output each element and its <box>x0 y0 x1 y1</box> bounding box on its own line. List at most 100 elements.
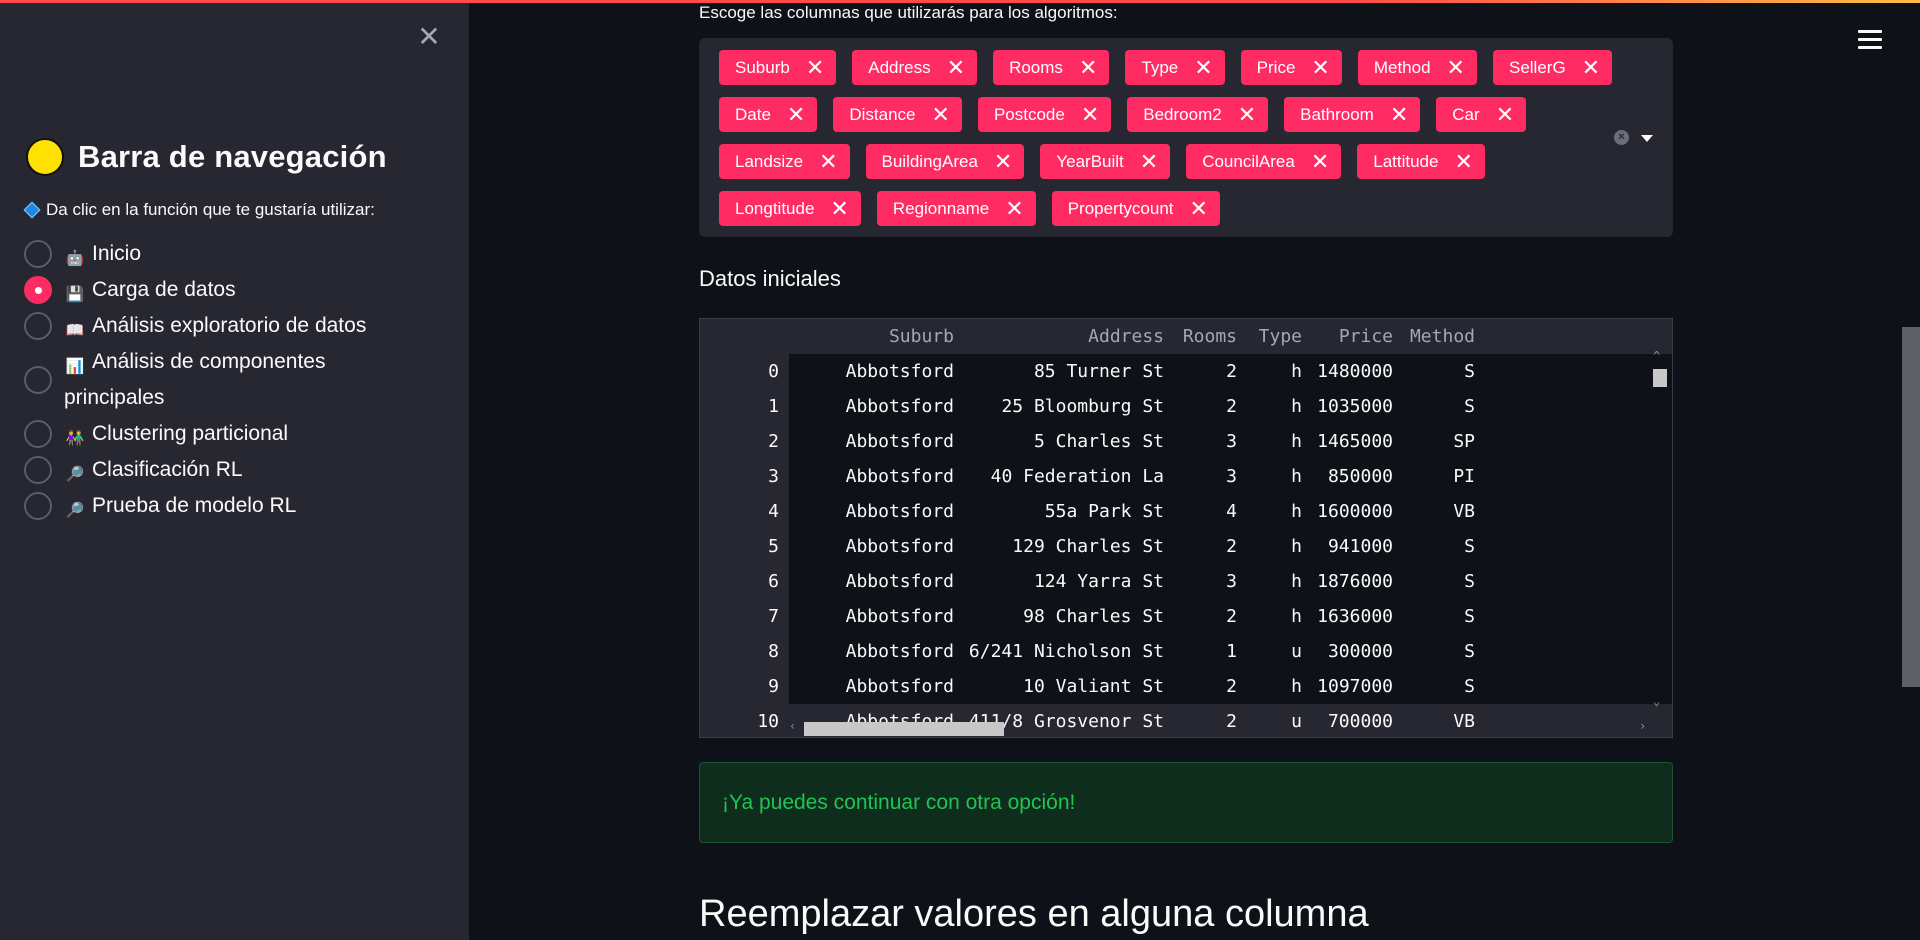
table-cell[interactable]: 2 <box>1226 529 1237 564</box>
dataframe[interactable]: Suburb Address Rooms Type Price Method 012345… <box>699 318 1673 738</box>
table-cell[interactable]: Abbotsford <box>846 564 954 599</box>
scroll-right-icon[interactable]: › <box>1639 719 1646 733</box>
table-cell[interactable]: S <box>1464 599 1475 634</box>
table-cell[interactable]: Abbotsford <box>846 634 954 669</box>
remove-tag-icon[interactable]: ✕ <box>1582 56 1600 79</box>
table-cell[interactable]: 129 Charles St <box>1012 529 1164 564</box>
radio-unselected[interactable] <box>24 240 52 268</box>
column-tag[interactable]: Landsize ✕ <box>719 144 850 179</box>
table-cell[interactable]: S <box>1464 669 1475 704</box>
radio-unselected[interactable] <box>24 366 52 394</box>
vertical-scrollbar[interactable]: ^ ⌄ <box>1652 349 1667 714</box>
column-header[interactable]: Type <box>1259 319 1302 354</box>
table-cell[interactable]: SP <box>1453 424 1475 459</box>
table-cell[interactable]: h <box>1291 424 1302 459</box>
table-cell[interactable]: 98 Charles St <box>1023 599 1164 634</box>
table-cell[interactable]: 85 Turner St <box>1034 354 1164 389</box>
table-cell[interactable]: Abbotsford <box>846 494 954 529</box>
table-cell[interactable]: 5 Charles St <box>1034 424 1164 459</box>
remove-tag-icon[interactable]: ✕ <box>1194 56 1212 79</box>
table-cell[interactable]: S <box>1464 389 1475 424</box>
remove-tag-icon[interactable]: ✕ <box>1311 56 1329 79</box>
table-cell[interactable]: 124 Yarra St <box>1034 564 1164 599</box>
radio-unselected[interactable] <box>24 312 52 340</box>
table-cell[interactable]: h <box>1291 494 1302 529</box>
table-cell[interactable]: Abbotsford <box>846 599 954 634</box>
column-tag[interactable]: Address ✕ <box>852 50 978 85</box>
main-menu-button[interactable] <box>1858 30 1882 50</box>
table-cell[interactable]: 1035000 <box>1317 389 1393 424</box>
column-tag[interactable]: Postcode ✕ <box>977 97 1112 132</box>
remove-tag-icon[interactable]: ✕ <box>994 150 1012 173</box>
table-cell[interactable]: 40 Federation La <box>991 459 1164 494</box>
scroll-down-icon[interactable]: ⌄ <box>1653 694 1660 708</box>
table-cell[interactable]: Abbotsford <box>846 424 954 459</box>
table-cell[interactable]: h <box>1291 529 1302 564</box>
column-header[interactable]: Price <box>1339 319 1393 354</box>
remove-tag-icon[interactable]: ✕ <box>819 150 837 173</box>
remove-tag-icon[interactable]: ✕ <box>830 197 848 220</box>
remove-tag-icon[interactable]: ✕ <box>1005 197 1023 220</box>
table-cell[interactable]: 55a Park St <box>1045 494 1164 529</box>
column-tag[interactable]: Regionname ✕ <box>876 191 1036 226</box>
chevron-down-icon[interactable] <box>1641 135 1653 142</box>
column-tag[interactable]: SellerG ✕ <box>1492 50 1613 85</box>
scroll-left-icon[interactable]: ‹ <box>789 719 796 733</box>
column-tag[interactable]: Rooms ✕ <box>993 50 1110 85</box>
table-cell[interactable]: Abbotsford <box>846 459 954 494</box>
remove-tag-icon[interactable]: ✕ <box>1311 150 1329 173</box>
radio-unselected[interactable] <box>24 456 52 484</box>
column-tag[interactable]: Longtitude ✕ <box>719 191 861 226</box>
column-tag[interactable]: Car ✕ <box>1436 97 1527 132</box>
column-tag[interactable]: YearBuilt ✕ <box>1040 144 1171 179</box>
remove-tag-icon[interactable]: ✕ <box>806 56 824 79</box>
remove-tag-icon[interactable]: ✕ <box>1496 103 1514 126</box>
scroll-up-icon[interactable]: ^ <box>1653 349 1660 363</box>
table-cell[interactable]: 2 <box>1226 599 1237 634</box>
table-cell[interactable]: 3 <box>1226 564 1237 599</box>
column-tag[interactable]: Type ✕ <box>1125 50 1225 85</box>
table-cell[interactable]: 850000 <box>1328 459 1393 494</box>
nav-radio-option[interactable]: 📖 Análisis exploratorio de datos <box>24 308 454 344</box>
table-cell[interactable]: S <box>1464 564 1475 599</box>
table-cell[interactable]: 1876000 <box>1317 564 1393 599</box>
radio-selected[interactable] <box>24 276 52 304</box>
nav-radio-option[interactable]: 🔎 Clasificación RL <box>24 452 454 488</box>
table-cell[interactable]: 3 <box>1226 459 1237 494</box>
column-header[interactable]: Address <box>1088 319 1164 354</box>
column-tag[interactable]: Distance ✕ <box>833 97 962 132</box>
table-cell[interactable]: 2 <box>1226 354 1237 389</box>
nav-radio-option[interactable]: 🤖 Inicio <box>24 236 454 272</box>
table-cell[interactable]: 1 <box>1226 634 1237 669</box>
table-cell[interactable]: h <box>1291 669 1302 704</box>
radio-unselected[interactable] <box>24 420 52 448</box>
column-header[interactable]: Method <box>1410 319 1475 354</box>
close-sidebar-button[interactable]: ✕ <box>416 23 442 51</box>
table-cell[interactable]: h <box>1291 389 1302 424</box>
table-cell[interactable]: h <box>1291 459 1302 494</box>
table-cell[interactable]: u <box>1291 634 1302 669</box>
remove-tag-icon[interactable]: ✕ <box>1390 103 1408 126</box>
horizontal-scrollbar[interactable]: ‹ › <box>789 719 1649 737</box>
table-cell[interactable]: Abbotsford <box>846 669 954 704</box>
remove-tag-icon[interactable]: ✕ <box>932 103 950 126</box>
column-tag[interactable]: Price ✕ <box>1240 50 1342 85</box>
table-cell[interactable]: h <box>1291 354 1302 389</box>
column-tag[interactable]: Method ✕ <box>1357 50 1477 85</box>
table-cell[interactable]: 25 Bloomburg St <box>1001 389 1164 424</box>
page-scrollbar[interactable] <box>1902 327 1920 687</box>
table-cell[interactable]: PI <box>1453 459 1475 494</box>
table-cell[interactable]: 3 <box>1226 424 1237 459</box>
column-tag[interactable]: Lattitude ✕ <box>1357 144 1485 179</box>
remove-tag-icon[interactable]: ✕ <box>787 103 805 126</box>
table-cell[interactable]: 1600000 <box>1317 494 1393 529</box>
radio-unselected[interactable] <box>24 492 52 520</box>
remove-tag-icon[interactable]: ✕ <box>1454 150 1472 173</box>
column-tag[interactable]: BuildingArea ✕ <box>865 144 1025 179</box>
column-tag[interactable]: Propertycount ✕ <box>1051 191 1220 226</box>
table-cell[interactable]: Abbotsford <box>846 529 954 564</box>
remove-tag-icon[interactable]: ✕ <box>1447 56 1465 79</box>
column-header[interactable]: Suburb <box>889 319 954 354</box>
table-cell[interactable]: 1465000 <box>1317 424 1393 459</box>
remove-tag-icon[interactable]: ✕ <box>1081 103 1099 126</box>
